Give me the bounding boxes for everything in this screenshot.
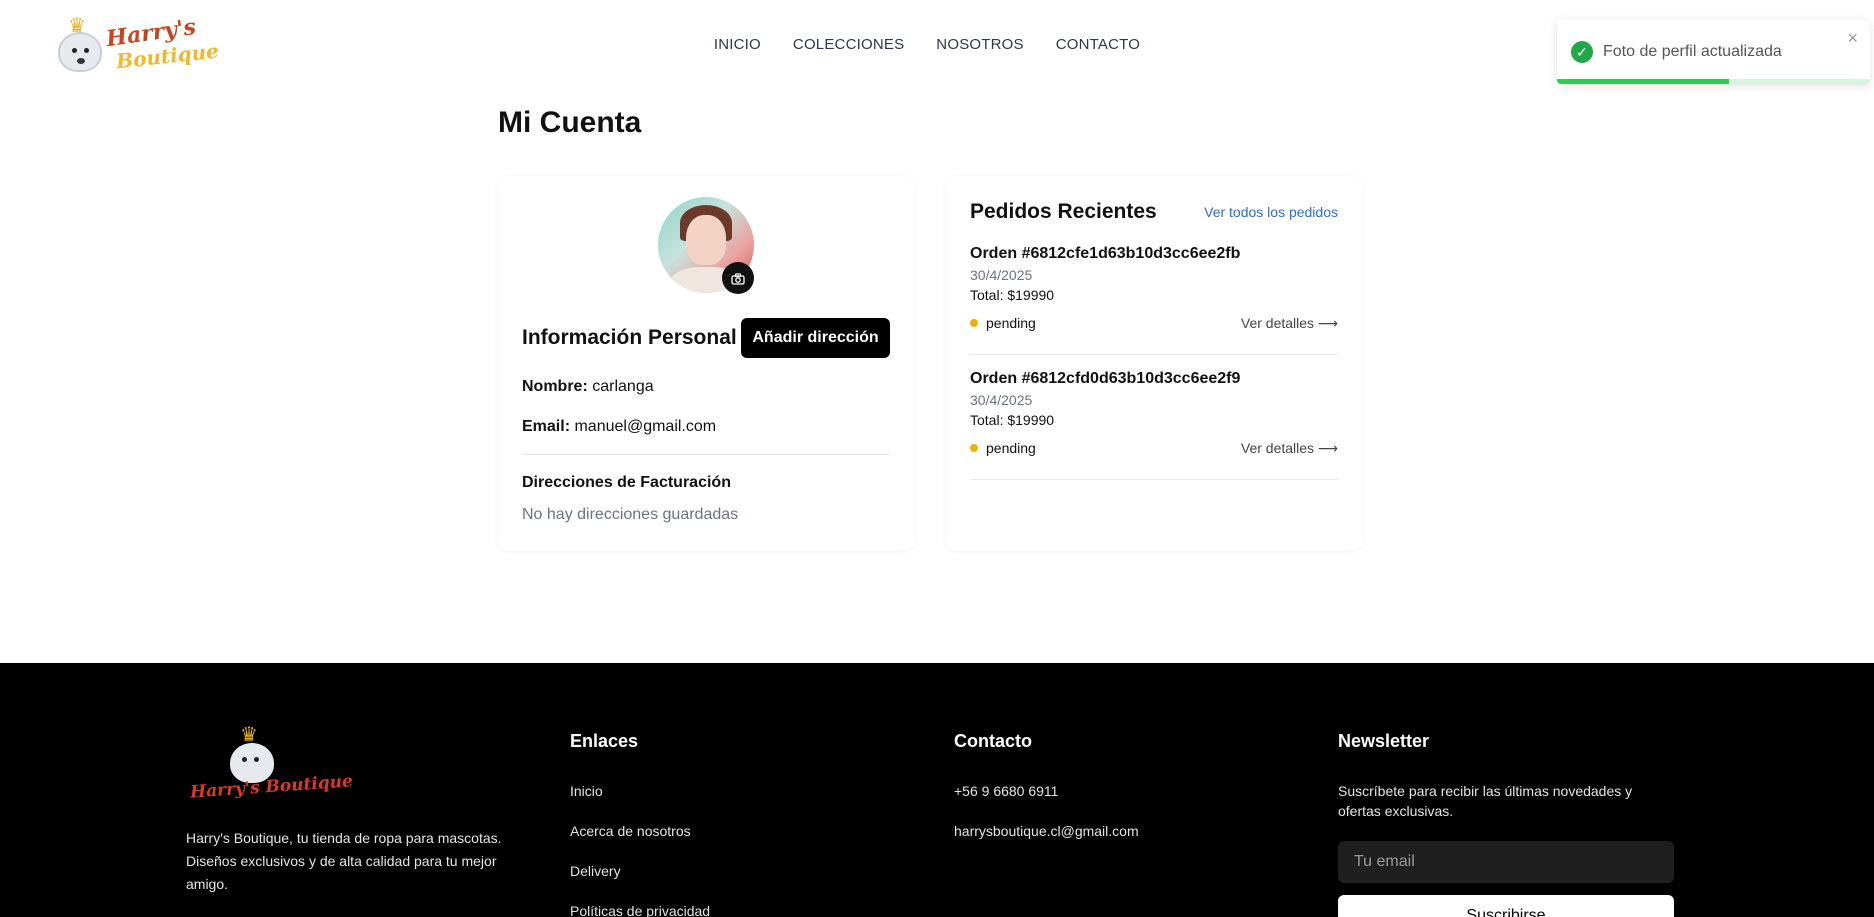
subscribe-button[interactable]: Suscribirse <box>1338 895 1674 917</box>
order-date: 30/4/2025 <box>970 392 1033 408</box>
email-label: Email: <box>522 418 571 435</box>
order-total: Total: $19990 <box>970 412 1055 428</box>
email-field: Email: manuel@gmail.com <box>522 418 716 436</box>
newsletter-text: Suscríbete para recibir las últimas nove… <box>1338 783 1633 819</box>
toast-message: Foto de perfil actualizada <box>1603 43 1782 60</box>
order-status: pending <box>986 315 1036 331</box>
nav-contacto[interactable]: CONTACTO <box>1056 36 1140 53</box>
no-addresses-note: No hay direcciones guardadas <box>522 506 739 523</box>
name-value: carlanga <box>592 378 654 395</box>
footer-link-privacidad[interactable]: Políticas de privacidad <box>570 903 710 917</box>
order-status: pending <box>986 440 1036 456</box>
footer-logo[interactable]: ♛ Harry's Boutique <box>186 725 354 811</box>
recent-orders-card: Pedidos Recientes Ver todos los pedidos … <box>946 176 1362 550</box>
add-address-button[interactable]: Añadir dirección <box>741 318 890 358</box>
personal-info-title: Información Personal <box>522 326 737 349</box>
close-icon[interactable]: × <box>1847 28 1858 49</box>
site-footer: ♛ Harry's Boutique Harry's Boutique, tu … <box>0 663 1874 917</box>
toast-progress-fill <box>1557 79 1730 84</box>
order-item: Orden #6812cfd0d63b10d3cc6ee2f9 30/4/202… <box>970 370 1338 480</box>
footer-description: Harry's Boutique, tu tienda de ropa para… <box>186 830 502 892</box>
contact-heading: Contacto <box>954 731 1032 751</box>
check-circle-icon: ✓ <box>1571 41 1593 63</box>
nav-nosotros[interactable]: NOSOTROS <box>936 36 1023 53</box>
order-id: Orden #6812cfd0d63b10d3cc6ee2f9 <box>970 370 1241 387</box>
camera-icon <box>731 273 745 285</box>
footer-brand: Harry's Boutique <box>189 771 354 803</box>
footer-email: harrysboutique.cl@gmail.com <box>954 823 1139 839</box>
footer-link-acerca[interactable]: Acerca de nosotros <box>570 823 691 839</box>
name-label: Nombre: <box>522 378 588 395</box>
order-date: 30/4/2025 <box>970 267 1033 283</box>
links-heading: Enlaces <box>570 731 639 751</box>
crown-icon: ♛ <box>240 724 258 746</box>
footer-phone: +56 9 6680 6911 <box>954 783 1059 799</box>
view-all-orders-link[interactable]: Ver todos los pedidos <box>1204 204 1338 220</box>
divider <box>522 454 890 455</box>
recent-orders-title: Pedidos Recientes <box>970 200 1157 223</box>
footer-links-column: Enlaces Inicio Acerca de nosotros Delive… <box>570 731 710 917</box>
footer-link-inicio[interactable]: Inicio <box>570 783 603 799</box>
nav-inicio[interactable]: INICIO <box>714 36 761 53</box>
newsletter-heading: Newsletter <box>1338 731 1430 751</box>
order-item: Orden #6812cfe1d63b10d3cc6ee2fb 30/4/202… <box>970 245 1338 355</box>
footer-contact-column: Contacto +56 9 6680 6911 harrysboutique.… <box>954 731 1139 839</box>
billing-addresses-title: Direcciones de Facturación <box>522 474 731 491</box>
toast-progress-track <box>1557 79 1870 84</box>
change-photo-button[interactable] <box>722 262 754 294</box>
profile-card: Información Personal Añadir dirección No… <box>498 176 914 550</box>
footer-newsletter-column: Newsletter Suscríbete para recibir las ú… <box>1338 731 1674 917</box>
email-value: manuel@gmail.com <box>574 418 717 435</box>
name-field: Nombre: carlanga <box>522 378 654 396</box>
order-total: Total: $19990 <box>970 287 1055 303</box>
footer-link-delivery[interactable]: Delivery <box>570 863 621 879</box>
order-id: Orden #6812cfe1d63b10d3cc6ee2fb <box>970 245 1241 262</box>
page-title: Mi Cuenta <box>498 106 642 139</box>
view-order-details-link[interactable]: Ver detalles ⟶ <box>1241 440 1338 457</box>
success-toast: ✓ Foto de perfil actualizada × <box>1557 20 1870 84</box>
nav-colecciones[interactable]: COLECCIONES <box>793 36 904 53</box>
view-order-details-link[interactable]: Ver detalles ⟶ <box>1241 315 1338 332</box>
newsletter-email-input[interactable] <box>1338 841 1674 883</box>
